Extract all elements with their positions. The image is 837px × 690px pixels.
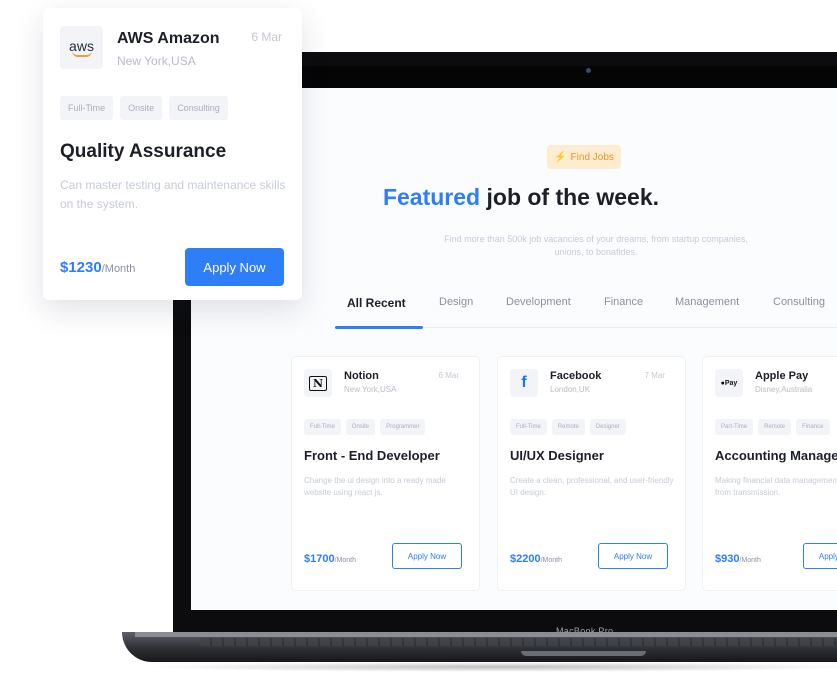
job-title: Accounting Manager	[715, 448, 837, 463]
job-description: Change the ui design into a ready made w…	[304, 476, 446, 497]
tab-finance[interactable]: Finance	[604, 296, 643, 308]
tag: Full-Time	[60, 96, 114, 120]
company-name: AWS Amazon	[117, 30, 220, 47]
job-title: UI/UX Designer	[510, 448, 604, 463]
find-jobs-badge[interactable]: ⚡ Find Jobs	[547, 145, 621, 169]
posted-date: 7 Mar	[644, 371, 665, 380]
salary-period: /Month	[739, 557, 761, 564]
job-salary: $1700/Month	[304, 553, 356, 565]
apple-pay-logo-icon: ● Pay	[715, 369, 743, 397]
page-title-rest: job of the week.	[480, 184, 660, 210]
featured-job-card[interactable]: aws AWS Amazon New York,USA 6 Mar Full-T…	[43, 8, 302, 300]
page-title-accent: Featured	[382, 184, 481, 210]
company-name: Notion	[344, 370, 379, 382]
job-card-notion[interactable]: N Notion New York,USA 6 Mar Full-Time On…	[291, 356, 480, 591]
laptop-keyboard	[200, 638, 837, 646]
company-location: Disney,Australia	[755, 385, 813, 394]
laptop-base-edge	[135, 632, 837, 637]
job-salary: $930/Month	[715, 553, 761, 565]
laptop-hinge-notch	[521, 651, 646, 656]
tag: Designer	[589, 419, 626, 435]
job-tags: Part-Time Remote Finance	[715, 419, 830, 435]
job-tags: Full-Time Onsite Programmer	[304, 419, 426, 435]
lightning-icon: ⚡	[554, 151, 567, 163]
apply-now-button[interactable]: Apply Now	[392, 543, 462, 569]
salary-amount: $2200	[510, 553, 541, 565]
tag: Finance	[796, 419, 830, 435]
apply-now-button[interactable]: Apply Now	[185, 248, 284, 286]
find-jobs-label: Find Jobs	[570, 151, 614, 163]
aws-smile-icon	[71, 51, 92, 57]
tag: Consulting	[169, 96, 228, 120]
company-name: Facebook	[550, 370, 602, 382]
job-salary: $1230/Month	[60, 259, 135, 276]
tag: Onsite	[345, 419, 376, 435]
camera-icon	[586, 68, 591, 73]
job-card-apple-pay[interactable]: ● Pay Apple Pay Disney,Australia Part-Tim…	[702, 356, 837, 591]
tab-design[interactable]: Design	[439, 296, 473, 308]
apple-pay-logo-text: Pay	[724, 379, 738, 387]
salary-period: /Month	[101, 263, 136, 275]
tab-development[interactable]: Development	[506, 296, 571, 308]
job-description: Can master testing and maintenance skill…	[60, 178, 286, 211]
salary-amount: $930	[715, 553, 740, 565]
apply-now-button[interactable]: Apply Now	[598, 543, 668, 569]
job-tags: Full-Time Remote Designer	[510, 419, 626, 435]
tag: Part-Time	[715, 419, 754, 435]
job-title: Quality Assurance	[60, 141, 227, 162]
tab-management[interactable]: Management	[675, 296, 739, 308]
tag: Full-Time	[510, 419, 547, 435]
posted-date: 6 Mar	[251, 30, 282, 44]
job-salary: $2200/Month	[510, 553, 562, 565]
facebook-logo-icon: f	[510, 369, 538, 397]
job-tags: Full-Time Onsite Consulting	[60, 96, 228, 120]
job-title: Front - End Developer	[304, 448, 440, 463]
tag: Remote	[758, 419, 792, 435]
company-name: Apple Pay	[755, 370, 809, 382]
company-location: London,UK	[550, 385, 591, 394]
tag: Remote	[551, 419, 585, 435]
tag: Full-Time	[304, 419, 341, 435]
company-location: New York,USA	[117, 54, 196, 68]
salary-amount: $1230	[60, 259, 102, 276]
page-subtitle: Find more than 500k job vacancies of you…	[444, 234, 748, 257]
laptop-bottom-bezel	[173, 610, 837, 632]
salary-period: /Month	[334, 557, 356, 564]
aws-logo-icon: aws	[60, 26, 103, 69]
apply-now-button[interactable]: Apply Now	[803, 543, 837, 569]
job-card-facebook[interactable]: f Facebook London,UK 7 Mar Full-Time Rem…	[497, 356, 686, 591]
category-tabs: All Recent Design Development Finance Ma…	[335, 288, 837, 329]
tab-all-recent[interactable]: All Recent	[347, 296, 406, 310]
salary-amount: $1700	[304, 553, 335, 565]
notion-logo-icon: N	[304, 369, 332, 397]
salary-period: /Month	[540, 557, 562, 564]
job-description: Create a clean, professional, and user-f…	[510, 476, 674, 497]
laptop-shadow	[140, 662, 837, 672]
tag: Programmer	[380, 419, 426, 435]
company-location: New York,USA	[344, 385, 397, 394]
active-tab-indicator	[335, 326, 423, 329]
posted-date: 6 Mar	[438, 371, 459, 380]
tag: Onsite	[120, 96, 163, 120]
job-description: Making financial data management startin…	[715, 476, 837, 497]
tab-consulting[interactable]: Consulting	[773, 296, 825, 308]
